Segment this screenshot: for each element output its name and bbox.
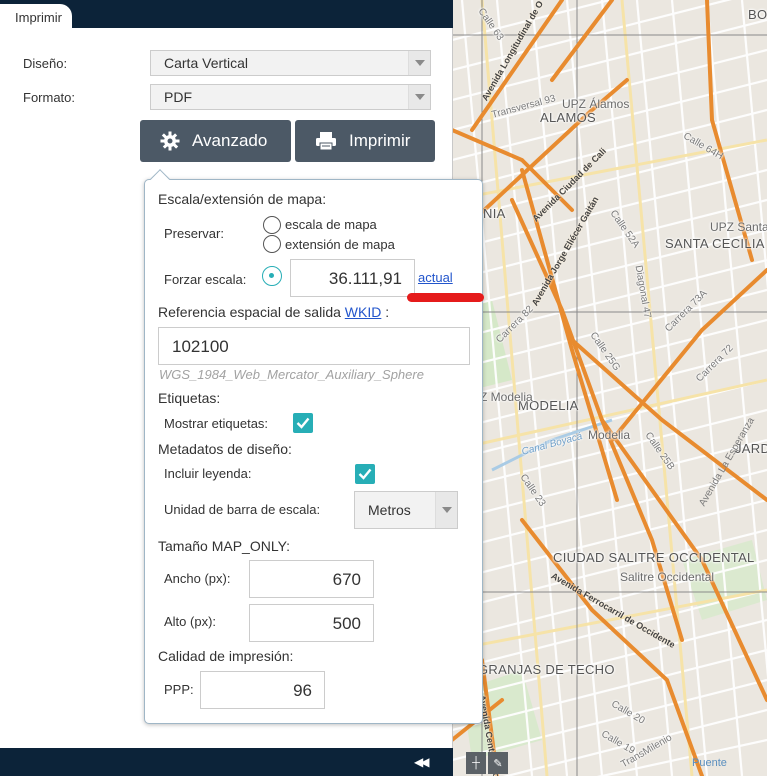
map-label-upz-alamos: UPZ Álamos (562, 97, 630, 111)
collapse-panel-icon[interactable]: ◀◀ (414, 755, 430, 769)
preserve-scale-label[interactable]: escala de mapa (285, 217, 377, 232)
preserve-scale-radio[interactable] (263, 216, 281, 234)
dpi-value: 96 (293, 681, 312, 700)
map-label-modelia: Modelia (588, 428, 631, 442)
map-label-upz-santa-cecilia: UPZ Santa Cecilia (710, 220, 767, 234)
force-scale-label: Forzar escala: (164, 272, 247, 287)
format-select[interactable]: PDF (150, 84, 431, 110)
chevron-down-icon[interactable] (408, 51, 430, 75)
current-scale-link[interactable]: actual (418, 270, 453, 285)
spatial-reference-colon: : (385, 304, 390, 320)
layout-select-value: Carta Vertical (164, 55, 249, 71)
labels-heading: Etiquetas: (158, 390, 221, 406)
include-legend-checkbox[interactable] (355, 464, 375, 484)
gear-icon (160, 131, 180, 151)
format-select-value: PDF (164, 89, 192, 105)
crosshair-icon: ┼ (472, 757, 480, 769)
force-scale-radio[interactable] (262, 266, 282, 286)
preserve-label: Preservar: (164, 226, 224, 241)
wkid-input[interactable]: 102100 (158, 327, 470, 365)
force-scale-value: 36.111,91 (328, 269, 402, 288)
width-input[interactable]: 670 (249, 560, 374, 598)
layout-select[interactable]: Carta Vertical (150, 50, 431, 76)
checkmark-icon (358, 468, 372, 480)
format-label: Formato: (23, 90, 76, 105)
map-toolbar: ┼ ✎ (466, 752, 508, 774)
layout-label: Diseño: (23, 56, 68, 71)
map-label-salitre: Salitre Occidental (620, 570, 715, 584)
ruler-icon: ✎ (493, 757, 503, 770)
map-label-santa-cecilia: SANTA CECILIA (665, 236, 765, 251)
layout-metadata-heading: Metadatos de diseño: (158, 441, 292, 457)
map-label-puente: Puente (692, 757, 727, 769)
show-labels-label: Mostrar etiquetas: (164, 416, 269, 431)
printer-icon (316, 132, 336, 151)
chevron-down-icon[interactable] (408, 85, 430, 109)
scalebar-unit-label: Unidad de barra de escala: (164, 502, 321, 517)
wkid-name-hint: WGS_1984_Web_Mercator_Auxiliary_Sphere (159, 367, 424, 382)
width-label: Ancho (px): (164, 571, 231, 586)
checkmark-icon (296, 417, 310, 429)
map-label-upz-modelia: Z Modelia (480, 390, 533, 404)
map-view[interactable]: ALAMOS UPZ Álamos BO ELLANIA SANTA CECIL… (452, 0, 767, 776)
dpi-input[interactable]: 96 (200, 671, 325, 709)
show-labels-checkbox[interactable] (293, 413, 313, 433)
height-label: Alto (px): (164, 614, 217, 629)
map-label-granjas: GRANJAS DE TECHO (478, 662, 615, 677)
preserve-extent-radio[interactable] (263, 235, 281, 253)
dpi-label: PPP: (164, 682, 194, 697)
preserve-extent-label[interactable]: extensión de mapa (285, 237, 395, 252)
height-input[interactable]: 500 (249, 604, 374, 642)
height-value: 500 (332, 614, 361, 633)
advanced-button[interactable]: Avanzado (140, 120, 291, 162)
print-quality-heading: Calidad de impresión: (158, 648, 294, 664)
wkid-link[interactable]: WKID (345, 304, 382, 320)
map-label-salitre-upper: CIUDAD SALITRE OCCIDENTAL (553, 550, 755, 565)
scale-extent-heading: Escala/extensión de mapa: (158, 191, 327, 207)
spatial-reference-heading: Referencia espacial de salida WKID : (158, 304, 389, 320)
include-legend-label: Incluir leyenda: (164, 466, 252, 481)
map-measure-tool-button[interactable]: ✎ (488, 752, 508, 774)
map-label-alamos: ALAMOS (540, 110, 596, 125)
advanced-options-popup: Escala/extensión de mapa: Preservar: esc… (144, 169, 484, 724)
panel-footer: ◀◀ (0, 748, 453, 776)
map-grid-tool-button[interactable]: ┼ (466, 752, 486, 774)
advanced-button-label: Avanzado (192, 131, 268, 150)
width-value: 670 (332, 570, 361, 589)
map-label-bo: BO (748, 7, 767, 22)
scalebar-unit-select[interactable]: Metros (354, 491, 458, 529)
scalebar-unit-value: Metros (368, 502, 411, 518)
red-annotation-mark (407, 293, 484, 302)
map-only-size-heading: Tamaño MAP_ONLY: (158, 538, 291, 554)
spatial-reference-label: Referencia espacial de salida (158, 304, 341, 320)
force-scale-input[interactable]: 36.111,91 (290, 259, 415, 297)
chevron-down-icon[interactable] (435, 492, 457, 528)
tab-print[interactable]: Imprimir (0, 4, 72, 29)
print-button-label: Imprimir (349, 131, 411, 150)
wkid-value: 102100 (172, 337, 229, 356)
print-button[interactable]: Imprimir (295, 120, 435, 162)
